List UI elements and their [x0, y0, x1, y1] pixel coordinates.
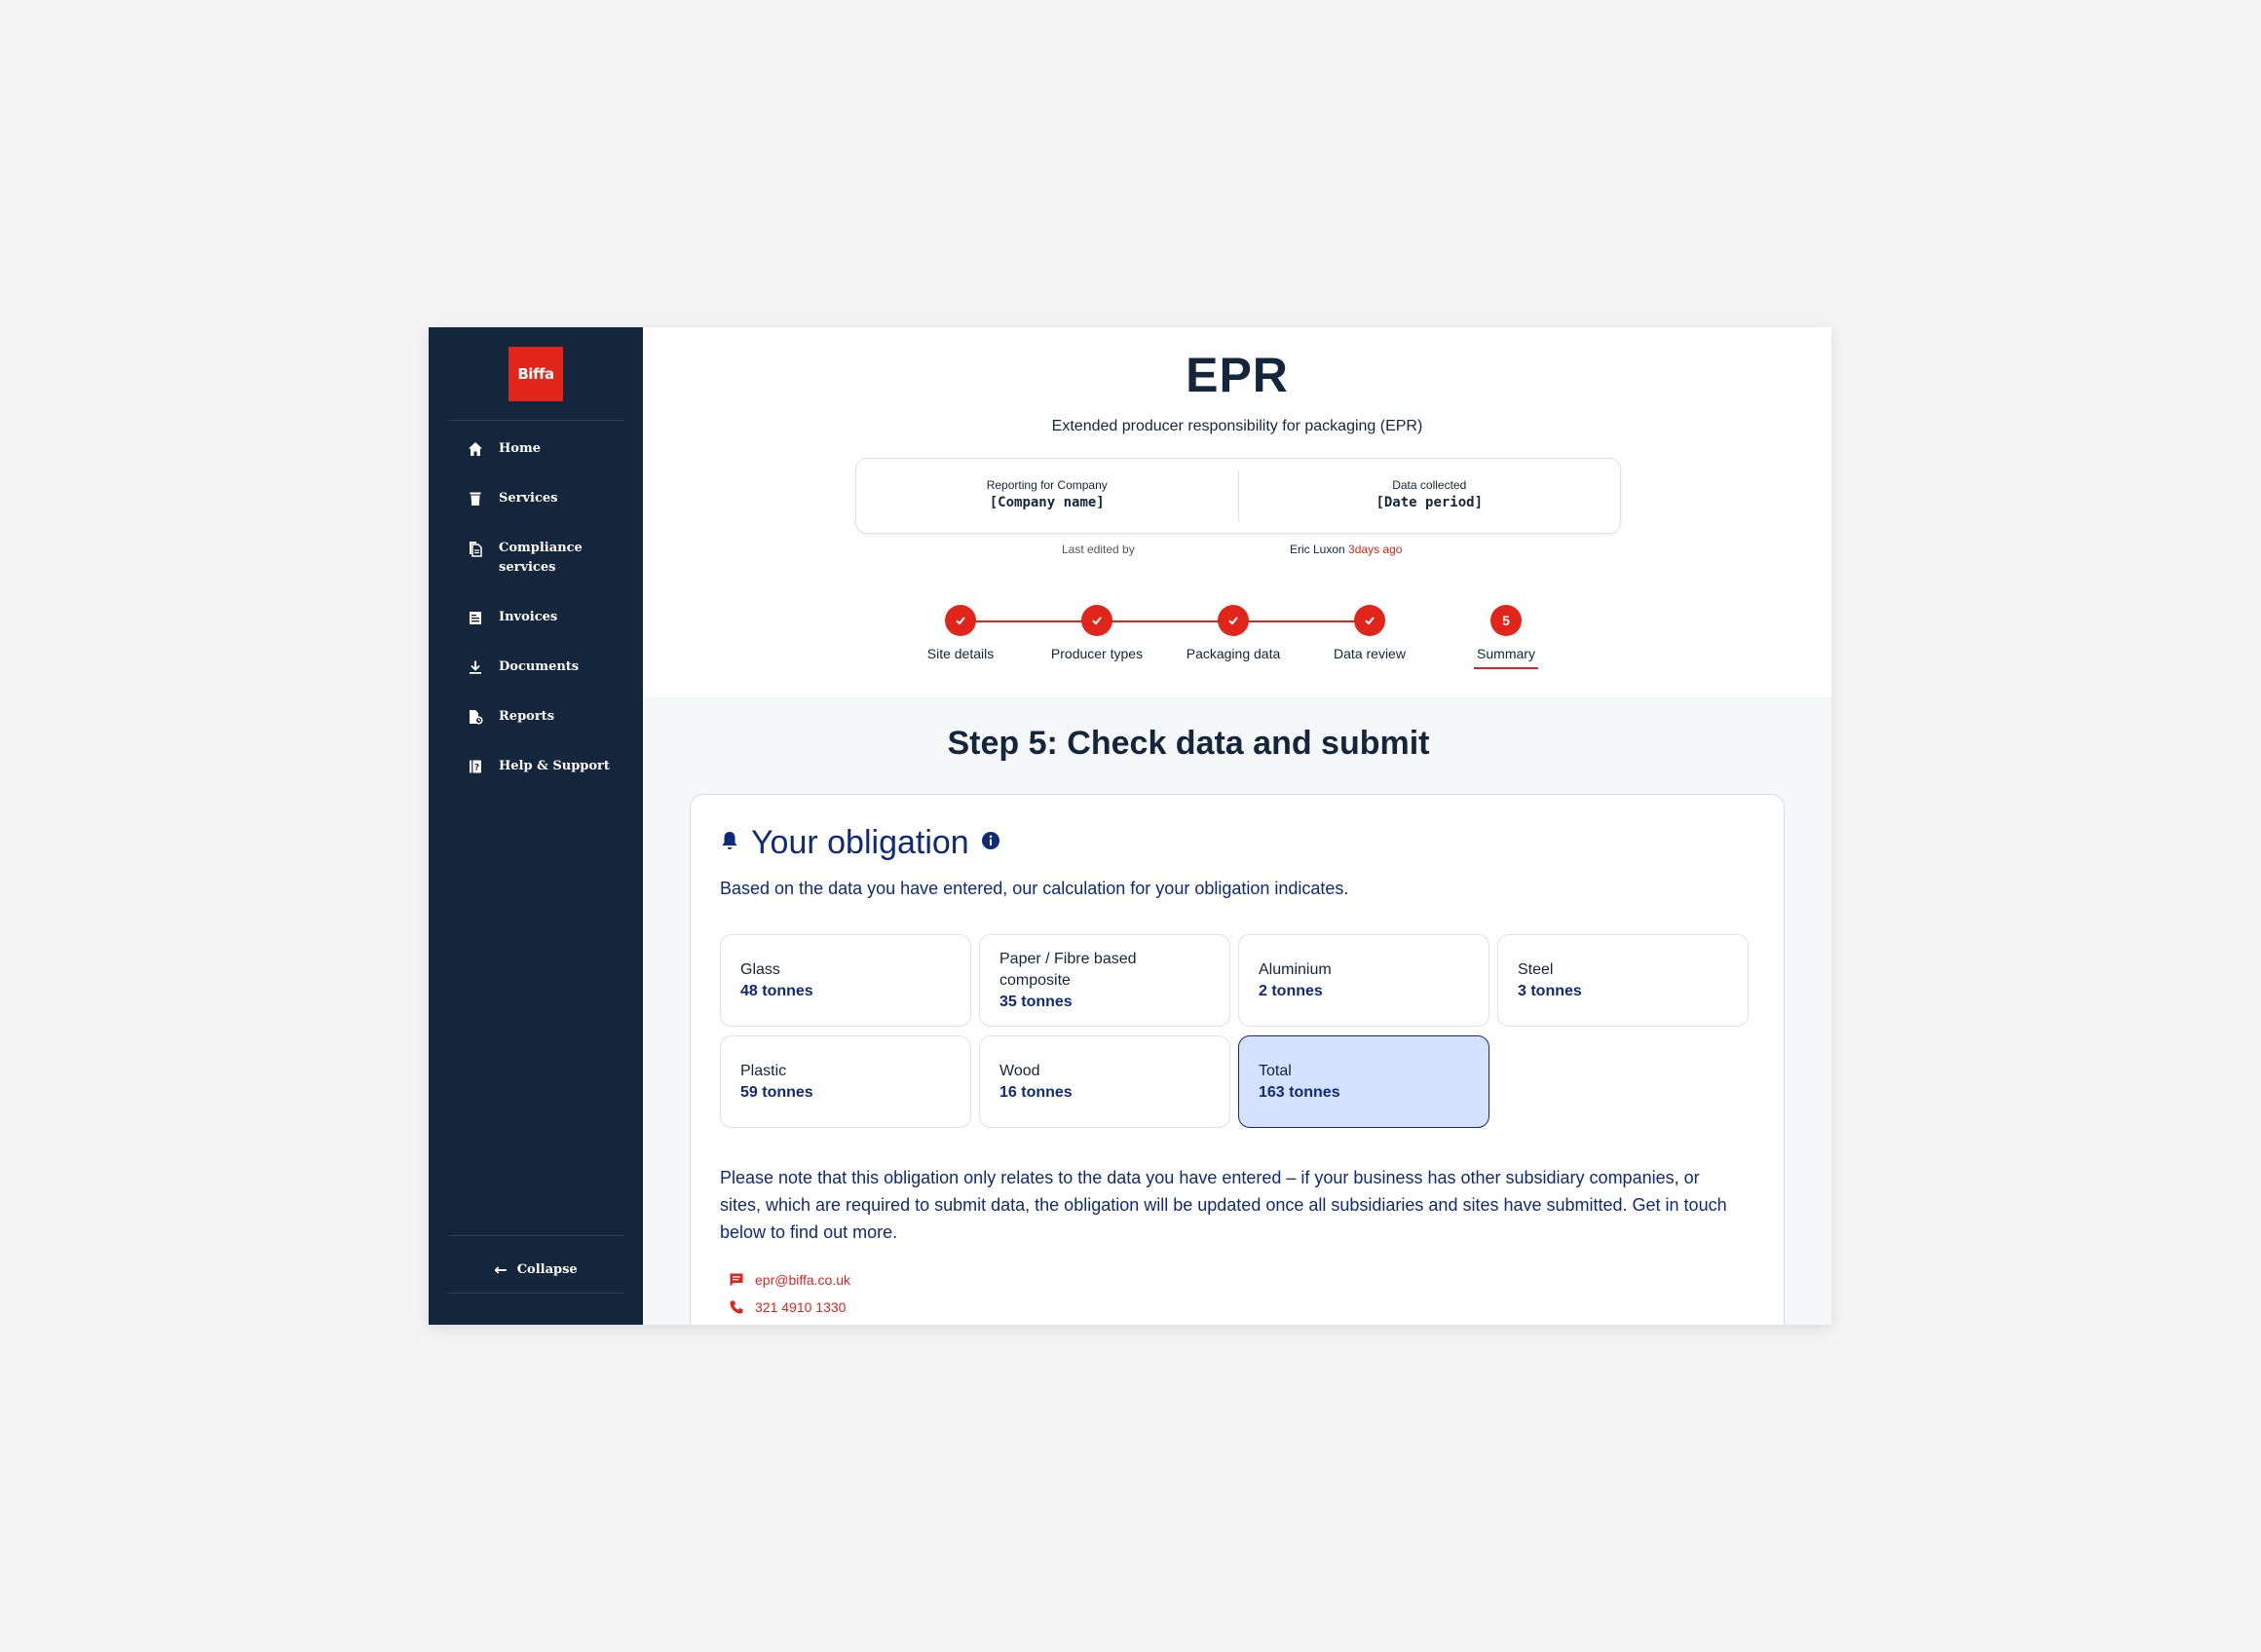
obligation-intro: Based on the data you have entered, our …: [720, 879, 1349, 898]
contact-phone: 321 4910 1330: [755, 1299, 847, 1315]
bell-icon: [720, 830, 739, 856]
sidebar-item-label: Home: [499, 441, 541, 456]
help-book-icon: ?: [466, 757, 485, 776]
report-info-card: Reporting for Company [Company name] Dat…: [855, 458, 1621, 534]
step-producer-types[interactable]: Producer types: [1029, 605, 1165, 661]
sidebar-nav: Home Services Compliance services Invoic…: [429, 439, 643, 807]
sidebar-item-label: Invoices: [499, 610, 558, 624]
download-icon: [466, 657, 485, 677]
material-tile-plastic: Plastic 59 tonnes: [720, 1035, 971, 1128]
step-label: Data review: [1334, 646, 1406, 661]
sidebar-item-label: Reports: [499, 709, 555, 724]
sidebar-divider: [448, 1293, 623, 1294]
sidebar-item-label: Help & Support: [499, 759, 610, 773]
svg-text:?: ?: [474, 764, 479, 773]
material-value: 163 tonnes: [1259, 1083, 1340, 1101]
contact-phone-link[interactable]: 321 4910 1330: [728, 1298, 846, 1316]
report-icon: [466, 707, 485, 727]
obligation-card: Your obligation Based on the data you ha…: [690, 794, 1785, 1325]
material-name: Glass: [740, 960, 780, 978]
material-tile-paper: Paper / Fibre based composite 35 tonnes: [979, 934, 1230, 1027]
obligation-note: Please note that this obligation only re…: [720, 1168, 1727, 1242]
app-window: Biffa Home Services Compliance services: [429, 327, 1831, 1325]
material-tile-wood: Wood 16 tonnes: [979, 1035, 1230, 1128]
header-section: EPR Extended producer responsibility for…: [643, 327, 1831, 697]
material-value: 48 tonnes: [740, 982, 813, 999]
material-name: Paper / Fibre based composite: [999, 950, 1137, 989]
invoice-icon: [466, 608, 485, 627]
material-name: Plastic: [740, 1062, 787, 1079]
material-value: 59 tonnes: [740, 1083, 813, 1101]
arrow-left-icon: ←: [494, 1260, 508, 1279]
sidebar-divider: [448, 1235, 623, 1236]
material-name: Steel: [1518, 960, 1554, 978]
step-number: 5: [1490, 605, 1522, 636]
step-packaging-data[interactable]: Packaging data: [1165, 605, 1301, 661]
data-collected-label: Data collected: [1392, 478, 1467, 492]
data-collected-value: [Date period]: [1375, 495, 1484, 510]
sidebar-divider: [448, 420, 623, 421]
page-subtitle: Extended producer responsibility for pac…: [1051, 418, 1423, 434]
bin-icon: [466, 489, 485, 508]
documents-icon: [466, 539, 485, 558]
collapse-label: Collapse: [516, 1262, 578, 1277]
check-icon: [1218, 605, 1249, 636]
page-title: EPR: [1186, 348, 1289, 402]
step-data-review[interactable]: Data review: [1301, 605, 1438, 661]
material-tile-steel: Steel 3 tonnes: [1497, 934, 1749, 1027]
sidebar-item-home[interactable]: Home: [429, 439, 643, 489]
sidebar-item-label: Services: [499, 491, 558, 506]
company-info: Reporting for Company [Company name]: [856, 459, 1238, 533]
obligation-header: Your obligation: [720, 824, 1000, 862]
step-summary[interactable]: 5 Summary: [1438, 605, 1574, 669]
contact-email-link[interactable]: epr@biffa.co.uk: [728, 1271, 850, 1289]
last-edited-user: Eric Luxon: [1290, 543, 1345, 556]
info-icon[interactable]: [981, 831, 1000, 855]
material-tile-aluminium: Aluminium 2 tonnes: [1238, 934, 1489, 1027]
sidebar-item-help-support[interactable]: ? Help & Support: [429, 757, 643, 807]
contact-email: epr@biffa.co.uk: [755, 1272, 851, 1288]
sidebar-item-compliance-services[interactable]: Compliance services: [429, 539, 643, 608]
home-icon: [466, 439, 485, 459]
obligation-title: Your obligation: [751, 824, 969, 861]
check-icon: [945, 605, 976, 636]
sidebar-item-label: Compliance services: [499, 541, 583, 575]
sidebar: Biffa Home Services Compliance services: [429, 327, 643, 1325]
material-value: 16 tonnes: [999, 1083, 1073, 1101]
check-icon: [1354, 605, 1385, 636]
material-name: Wood: [999, 1062, 1040, 1079]
active-step-underline: [1474, 667, 1538, 669]
sidebar-item-reports[interactable]: Reports: [429, 707, 643, 757]
phone-icon: [728, 1298, 745, 1316]
biffa-logo[interactable]: Biffa: [509, 347, 563, 401]
main-content: EPR Extended producer responsibility for…: [643, 327, 1831, 1325]
company-value: [Company name]: [989, 495, 1105, 510]
step-title: Step 5: Check data and submit: [947, 725, 1430, 762]
step-label: Producer types: [1050, 646, 1144, 661]
date-info: Data collected [Date period]: [1239, 459, 1621, 533]
sidebar-item-invoices[interactable]: Invoices: [429, 608, 643, 657]
step-label: Packaging data: [1186, 646, 1281, 661]
step-label: Site details: [926, 646, 995, 661]
collapse-button[interactable]: ← Collapse: [429, 1260, 643, 1279]
material-tile-total: Total 163 tonnes: [1238, 1035, 1489, 1128]
sidebar-item-documents[interactable]: Documents: [429, 657, 643, 707]
progress-stepper: Site details Producer types Packaging da…: [643, 605, 1831, 683]
sidebar-item-label: Documents: [499, 659, 580, 674]
last-edited-label: Last edited by: [1062, 543, 1135, 556]
chat-icon: [728, 1271, 745, 1289]
check-icon: [1081, 605, 1112, 636]
last-edited-time: 3days ago: [1348, 543, 1403, 556]
material-tile-glass: Glass 48 tonnes: [720, 934, 971, 1027]
step-site-details[interactable]: Site details: [892, 605, 1029, 661]
material-value: 2 tonnes: [1259, 982, 1323, 999]
last-edited-info: Eric Luxon 3days ago: [1290, 543, 1402, 556]
material-name: Aluminium: [1259, 960, 1332, 978]
material-name: Total: [1259, 1062, 1292, 1079]
step-label: Summary: [1477, 646, 1535, 661]
material-value: 3 tonnes: [1518, 982, 1582, 999]
company-label: Reporting for Company: [986, 478, 1108, 492]
sidebar-item-services[interactable]: Services: [429, 489, 643, 539]
material-value: 35 tonnes: [999, 993, 1073, 1010]
